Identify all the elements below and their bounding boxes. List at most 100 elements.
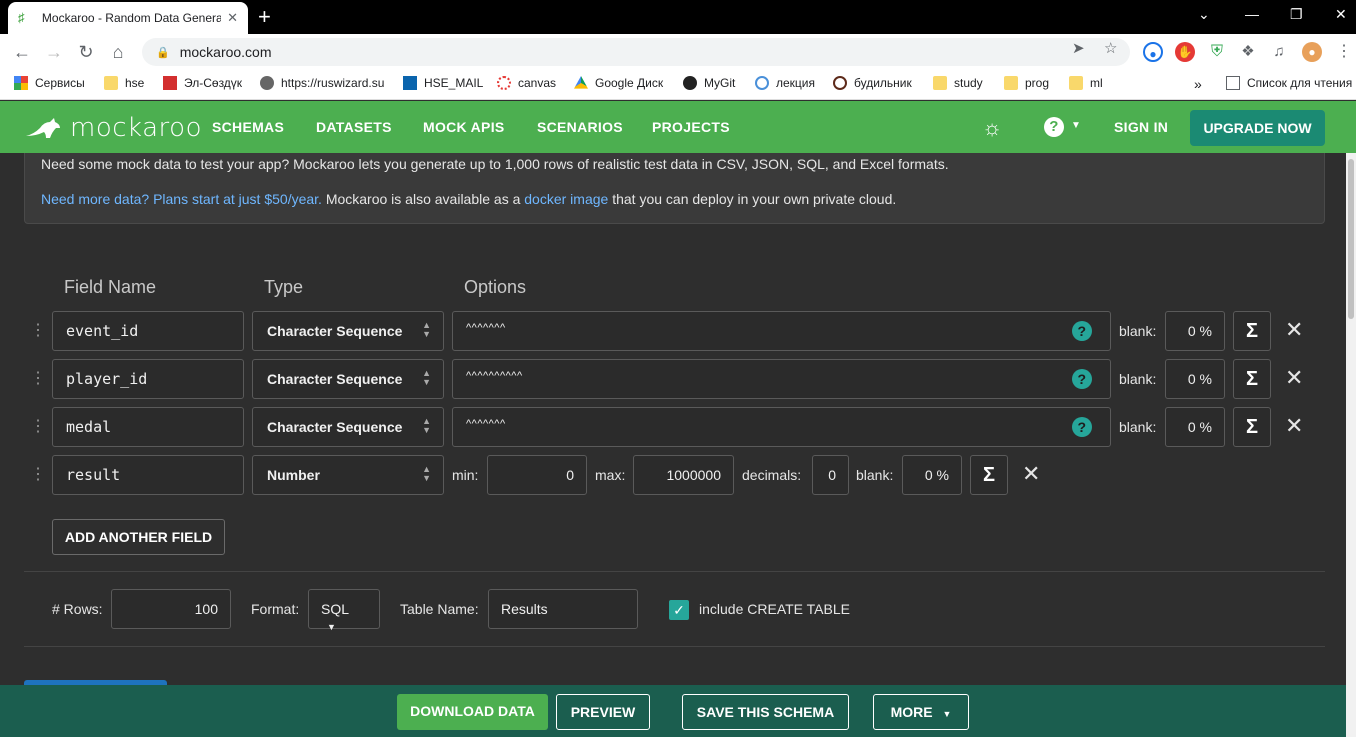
scrollbar-thumb[interactable] <box>1348 159 1354 319</box>
bookmark-google-drive[interactable]: Google Диск <box>574 76 663 90</box>
decimals-input[interactable]: 0 <box>812 455 849 495</box>
adblock-icon[interactable]: ✋ <box>1175 42 1195 62</box>
minimize-icon[interactable]: — <box>1245 6 1259 22</box>
shield-icon[interactable]: ⛨ <box>1207 42 1227 62</box>
formula-sigma-button[interactable]: Σ <box>1233 311 1271 351</box>
field-options-input[interactable]: ^^^^^^^ ? <box>452 311 1111 351</box>
close-window-icon[interactable]: ✕ <box>1335 6 1347 23</box>
help-icon[interactable]: ? <box>1072 369 1092 389</box>
remove-field-icon[interactable]: ✕ <box>1285 366 1303 390</box>
reading-list[interactable]: Список для чтения <box>1226 76 1352 90</box>
browser-tab[interactable]: ♯ Mockaroo - Random Data Generat ✕ <box>8 2 248 34</box>
pricing-link[interactable]: Need more data? Plans start at just $50/… <box>41 191 322 207</box>
create-table-checkbox[interactable]: ✓ <box>669 600 689 620</box>
field-options-input[interactable]: ^^^^^^^^^^ ? <box>452 359 1111 399</box>
divider <box>24 571 1325 572</box>
bookmark-mygit[interactable]: MyGit <box>683 76 735 90</box>
nav-schemas[interactable]: SCHEMAS <box>212 119 284 135</box>
bookmark-study[interactable]: study <box>933 76 983 90</box>
help-dropdown-icon[interactable]: ▼ <box>1071 120 1081 131</box>
blank-label: blank: <box>1119 371 1157 387</box>
bookmark-lecture[interactable]: лекция <box>755 76 815 90</box>
theme-toggle-icon[interactable]: ☼ <box>982 115 1002 141</box>
divider <box>24 646 1325 647</box>
help-icon[interactable]: ? <box>1072 321 1092 341</box>
bookmark-apps[interactable]: Сервисы <box>14 76 85 90</box>
add-another-field-button[interactable]: ADD ANOTHER FIELD <box>52 519 225 555</box>
profile-avatar[interactable]: ● <box>1302 42 1322 62</box>
tab-close-icon[interactable]: ✕ <box>227 10 238 26</box>
page-scrollbar[interactable] <box>1346 153 1356 737</box>
upgrade-now-button[interactable]: UPGRADE NOW <box>1190 110 1325 146</box>
field-type-select[interactable]: Character Sequence ▲ ▼ <box>252 359 444 399</box>
blank-percent-input[interactable]: 0 % <box>1165 311 1225 351</box>
extension-circle-icon[interactable]: ● <box>1143 42 1163 62</box>
bookmark-prog[interactable]: prog <box>1004 76 1049 90</box>
help-icon[interactable]: ? <box>1072 417 1092 437</box>
field-name-input[interactable]: medal <box>52 407 244 447</box>
docker-image-link[interactable]: docker image <box>524 191 608 207</box>
nav-scenarios[interactable]: SCENARIOS <box>537 119 623 135</box>
menu-kebab-icon[interactable]: ⋮ <box>1334 42 1354 62</box>
formula-sigma-button[interactable]: Σ <box>1233 407 1271 447</box>
drag-handle-icon[interactable]: ⋮⋮ <box>30 321 61 341</box>
field-name-input[interactable]: event_id <box>52 311 244 351</box>
nav-mock-apis[interactable]: MOCK APIS <box>423 119 505 135</box>
bookmark-ruswizard[interactable]: https://ruswizard.su <box>260 76 384 90</box>
mockaroo-logo[interactable]: mockaroo <box>24 113 202 143</box>
blank-percent-input[interactable]: 0 % <box>902 455 962 495</box>
download-data-button[interactable]: DOWNLOAD DATA <box>397 694 548 730</box>
max-input[interactable]: 1000000 <box>633 455 734 495</box>
remove-field-icon[interactable]: ✕ <box>1285 318 1303 342</box>
field-type-select[interactable]: Character Sequence ▲ ▼ <box>252 407 444 447</box>
extensions-puzzle-icon[interactable]: ❖ <box>1238 42 1258 62</box>
send-icon[interactable]: ➤ <box>1072 39 1085 57</box>
drag-handle-icon[interactable]: ⋮⋮ <box>30 417 61 437</box>
media-control-icon[interactable]: ♫ <box>1269 42 1289 62</box>
blank-percent-input[interactable]: 0 % <box>1165 407 1225 447</box>
forward-icon[interactable]: → <box>42 40 66 64</box>
more-button[interactable]: MORE ▼ <box>873 694 969 730</box>
format-select[interactable]: SQL ▼ <box>308 589 380 632</box>
field-type-select[interactable]: Number ▲ ▼ <box>252 455 444 495</box>
field-name-input[interactable]: result <box>52 455 244 495</box>
omnibox[interactable]: 🔒 mockaroo.com <box>142 38 1130 66</box>
formula-sigma-button[interactable]: Σ <box>1233 359 1271 399</box>
bookmark-canvas[interactable]: canvas <box>497 76 556 90</box>
caret-down-icon: ▼ <box>327 622 336 632</box>
min-input[interactable]: 0 <box>487 455 587 495</box>
field-options-input[interactable]: ^^^^^^^ ? <box>452 407 1111 447</box>
preview-button[interactable]: PREVIEW <box>556 694 650 730</box>
bookmark-star-icon[interactable]: ☆ <box>1104 39 1117 57</box>
bookmark-hse[interactable]: hse <box>104 76 144 90</box>
restore-icon[interactable]: ❐ <box>1290 6 1303 23</box>
field-name-input[interactable]: player_id <box>52 359 244 399</box>
drag-handle-icon[interactable]: ⋮⋮ <box>30 369 61 389</box>
field-type-select[interactable]: Character Sequence ▲ ▼ <box>252 311 444 351</box>
bookmark-el-sozduk[interactable]: Эл-Сөздүк <box>163 76 242 90</box>
home-icon[interactable]: ⌂ <box>106 40 130 64</box>
sign-in-link[interactable]: SIGN IN <box>1114 119 1168 135</box>
bookmark-label: Google Диск <box>595 76 664 90</box>
new-tab-icon[interactable]: + <box>258 4 271 30</box>
help-icon[interactable]: ? <box>1044 117 1064 137</box>
table-name-input[interactable]: Results <box>488 589 638 629</box>
bookmark-ml[interactable]: ml <box>1069 76 1103 90</box>
bookmark-hse-mail[interactable]: HSE_MAIL <box>403 76 483 90</box>
nav-projects[interactable]: PROJECTS <box>652 119 730 135</box>
formula-sigma-button[interactable]: Σ <box>970 455 1008 495</box>
drag-handle-icon[interactable]: ⋮⋮ <box>30 465 61 485</box>
nav-datasets[interactable]: DATASETS <box>316 119 392 135</box>
save-schema-button[interactable]: SAVE THIS SCHEMA <box>682 694 849 730</box>
tab-search-icon[interactable]: ⌄ <box>1198 6 1210 23</box>
remove-field-icon[interactable]: ✕ <box>1022 462 1040 486</box>
bookmark-alarm[interactable]: будильник <box>833 76 912 90</box>
mockaroo-favicon-icon: ♯ <box>18 10 25 25</box>
remove-field-icon[interactable]: ✕ <box>1285 414 1303 438</box>
reload-icon[interactable]: ↻ <box>74 40 98 64</box>
rows-input[interactable]: 100 <box>111 589 231 629</box>
more-bookmarks-icon[interactable]: » <box>1194 76 1202 92</box>
bookmark-label: https://ruswizard.su <box>281 76 385 90</box>
back-icon[interactable]: ← <box>10 40 34 64</box>
blank-percent-input[interactable]: 0 % <box>1165 359 1225 399</box>
